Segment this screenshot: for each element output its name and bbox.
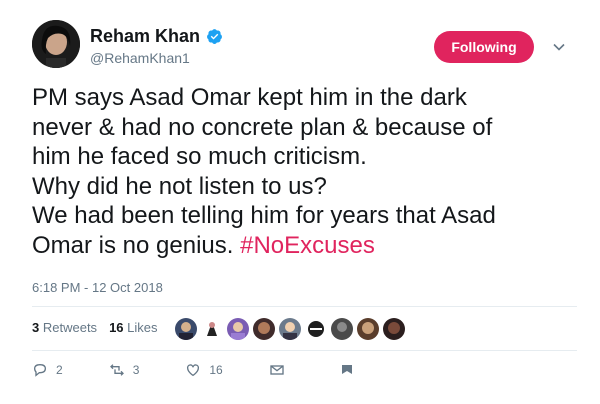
bookmark-icon[interactable] [340, 363, 354, 377]
likes-label: Likes [127, 320, 158, 335]
tweet-line: never & had no concrete plan & because o… [32, 113, 493, 141]
liker-avatar[interactable] [305, 318, 327, 340]
display-name[interactable]: Reham Khan [90, 26, 200, 47]
tweet-line: Why did he not listen to us? [32, 172, 327, 200]
heart-icon [187, 364, 200, 377]
tweet-card: Reham Khan @RehamKhan1 Following PM says… [0, 0, 600, 404]
liker-avatar[interactable] [383, 318, 405, 340]
tweet-line: We had been telling him for years that A… [32, 202, 496, 229]
retweets-count: 3 [32, 320, 40, 335]
liker-avatars [175, 318, 405, 340]
retweet-count: 3 [132, 363, 140, 377]
liker-avatar[interactable] [331, 318, 353, 340]
envelope-icon [270, 365, 284, 375]
divider [32, 350, 577, 351]
like-count: 16 [209, 363, 223, 377]
retweet-icon [109, 364, 124, 376]
chevron-down-icon[interactable] [552, 40, 566, 54]
likes-stat[interactable]: 16 Likes [109, 320, 157, 335]
profile-avatar[interactable] [32, 20, 80, 68]
tweet-text: PM says Asad Omar kept him in the dark n… [32, 83, 582, 260]
hashtag-link[interactable]: #NoExcuses [240, 232, 375, 259]
user-name-row: Reham Khan [90, 26, 223, 47]
tweet-actions: 2 3 16 [32, 362, 331, 378]
tweet-line: Omar is no genius. [32, 231, 241, 259]
divider [32, 306, 577, 307]
retweets-stat[interactable]: 3 Retweets [32, 320, 97, 335]
liker-avatar[interactable] [357, 318, 379, 340]
likes-count: 16 [109, 320, 124, 335]
user-handle[interactable]: @RehamKhan1 [90, 50, 190, 66]
liker-avatar[interactable] [175, 318, 197, 340]
message-button[interactable] [269, 362, 285, 378]
verified-badge-icon [206, 28, 223, 45]
tweet-timestamp[interactable]: 6:18 PM - 12 Oct 2018 [32, 280, 163, 295]
reply-button[interactable]: 2 [32, 362, 63, 378]
like-button[interactable]: 16 [185, 362, 223, 378]
retweets-label: Retweets [42, 320, 98, 335]
liker-avatar[interactable] [227, 318, 249, 340]
following-button[interactable]: Following [434, 31, 534, 63]
retweet-button[interactable]: 3 [109, 362, 140, 378]
reply-count: 2 [56, 363, 63, 377]
liker-avatar[interactable] [253, 318, 275, 340]
liker-avatar[interactable] [201, 318, 223, 340]
engagement-stats: 3 Retweets 16 Likes [32, 320, 158, 335]
tweet-line: PM says Asad Omar kept him in the dark [32, 84, 467, 111]
tweet-line: him he faced so much criticism. [32, 143, 367, 170]
reply-icon [33, 363, 47, 377]
liker-avatar[interactable] [279, 318, 301, 340]
